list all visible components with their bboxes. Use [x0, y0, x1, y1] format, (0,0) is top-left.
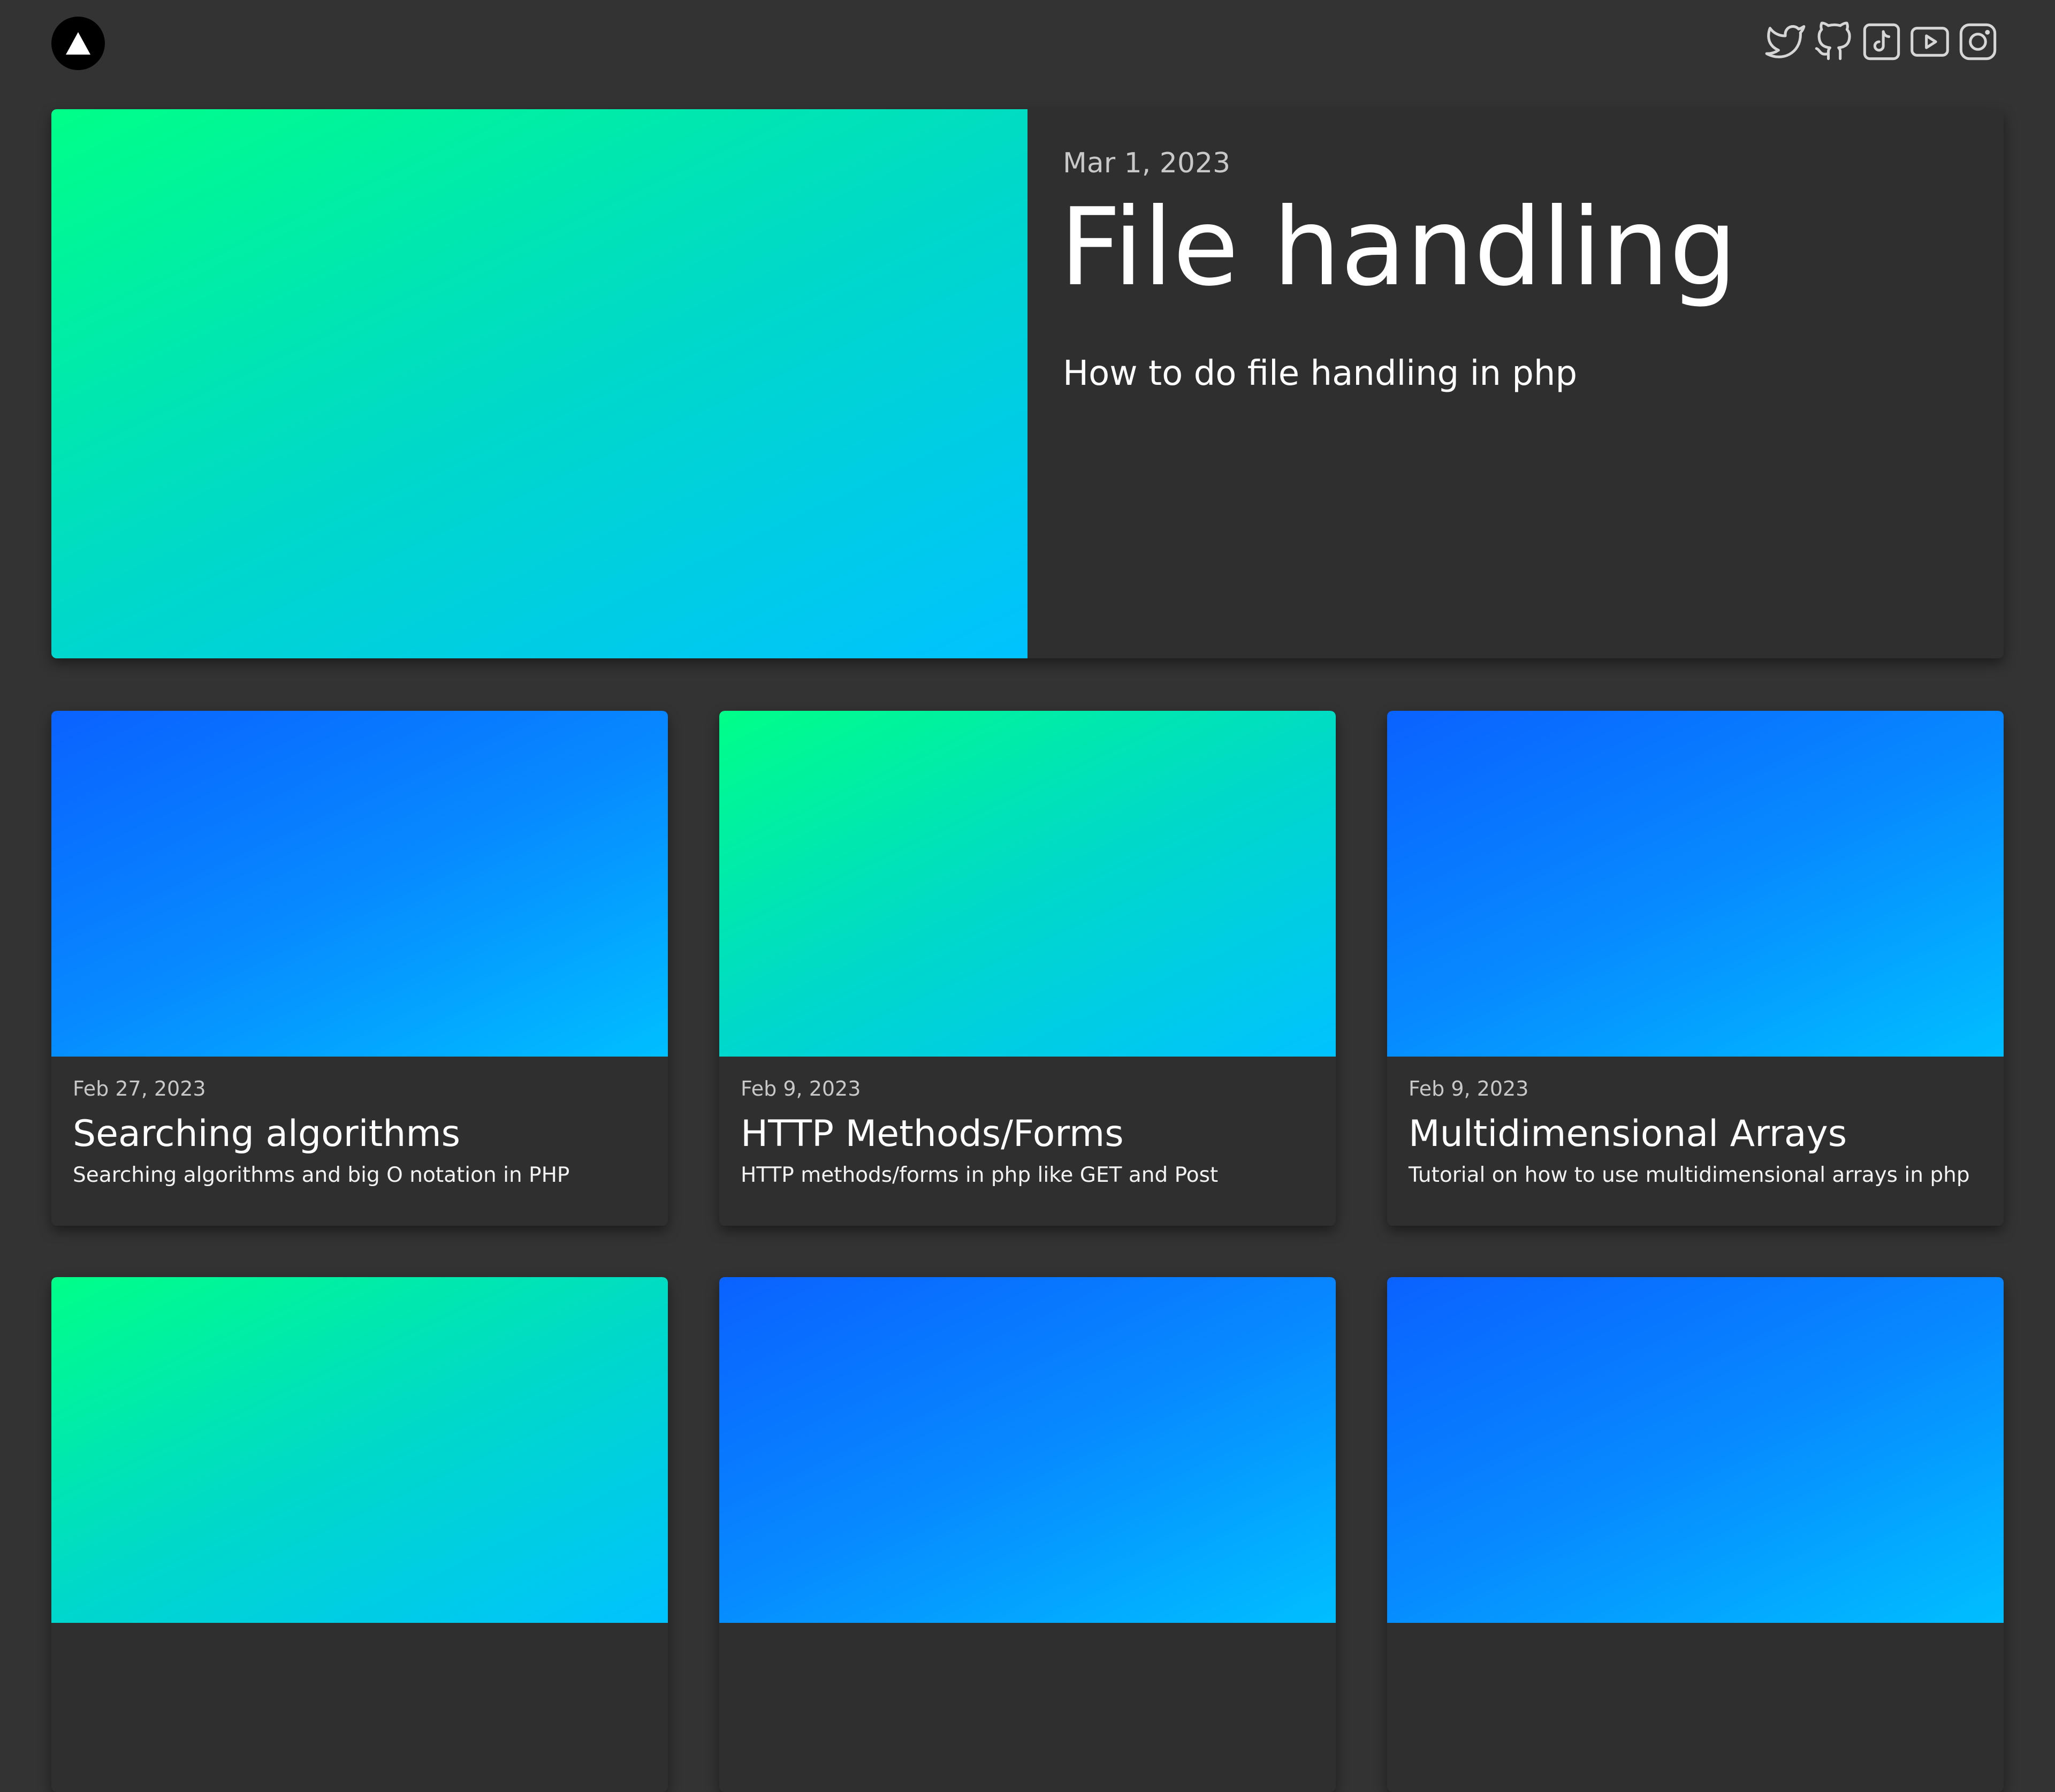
post-card[interactable]: Feb 9, 2023 Multidimensional Arrays Tuto…	[1387, 711, 2004, 1226]
post-card-body	[73, 1643, 652, 1654]
post-card-description: Searching algorithms and big O notation …	[73, 1163, 570, 1188]
featured-post-date: Mar 1, 2023	[1063, 147, 1231, 179]
post-card-title[interactable]: HTTP Methods/Forms	[741, 1112, 1320, 1156]
tiktok-link[interactable]	[1860, 20, 1903, 63]
featured-post-text: Mar 1, 2023 File handling How to do file…	[1060, 147, 1973, 394]
home-logo-link[interactable]	[51, 17, 105, 70]
tiktok-icon	[1863, 23, 1900, 60]
post-grid: Feb 27, 2023 Searching algorithms Search…	[51, 711, 2004, 1792]
post-card[interactable]: Feb 27, 2023 Searching algorithms Search…	[51, 711, 668, 1226]
post-card-image	[719, 1277, 1336, 1623]
post-card-image	[51, 711, 668, 1057]
twitter-link[interactable]	[1764, 20, 1807, 63]
post-card[interactable]	[719, 1277, 1336, 1792]
post-card[interactable]: Feb 9, 2023 HTTP Methods/Forms HTTP meth…	[719, 711, 1336, 1226]
featured-post-description: How to do file handling in php	[1063, 354, 1578, 394]
post-card-date: Feb 9, 2023	[1409, 1077, 1529, 1100]
post-card-date: Feb 9, 2023	[741, 1077, 861, 1100]
post-card-image	[51, 1277, 668, 1623]
featured-post-title[interactable]: File handling	[1060, 186, 1973, 309]
github-link[interactable]	[1812, 20, 1855, 63]
post-card-body: Feb 9, 2023 Multidimensional Arrays Tuto…	[1409, 1077, 1988, 1188]
post-card-image	[1387, 1277, 2004, 1623]
social-links	[1759, 19, 1999, 64]
post-card[interactable]	[51, 1277, 668, 1792]
post-card-body: Feb 27, 2023 Searching algorithms Search…	[73, 1077, 652, 1188]
post-card-title[interactable]: Searching algorithms	[73, 1112, 652, 1156]
instagram-link[interactable]	[1957, 20, 1999, 63]
featured-post-image	[51, 109, 1028, 658]
github-icon	[1815, 21, 1851, 60]
youtube-icon	[1911, 27, 1949, 57]
post-card-date: Feb 27, 2023	[73, 1077, 206, 1100]
post-card-image	[1387, 711, 2004, 1057]
post-card[interactable]	[1387, 1277, 2004, 1792]
youtube-link[interactable]	[1908, 20, 1951, 63]
post-card-description: Tutorial on how to use multidimensional …	[1409, 1163, 1970, 1188]
instagram-icon	[1959, 23, 1997, 60]
post-card-body	[741, 1643, 1320, 1654]
triangle-logo-icon	[66, 32, 90, 55]
post-card-body	[1409, 1643, 1988, 1654]
post-card-description: HTTP methods/forms in php like GET and P…	[741, 1163, 1219, 1188]
twitter-icon	[1765, 25, 1806, 58]
post-card-title[interactable]: Multidimensional Arrays	[1409, 1112, 1988, 1156]
post-card-body: Feb 9, 2023 HTTP Methods/Forms HTTP meth…	[741, 1077, 1320, 1188]
featured-post-card[interactable]: Mar 1, 2023 File handling How to do file…	[51, 109, 2004, 658]
post-card-image	[719, 711, 1336, 1057]
